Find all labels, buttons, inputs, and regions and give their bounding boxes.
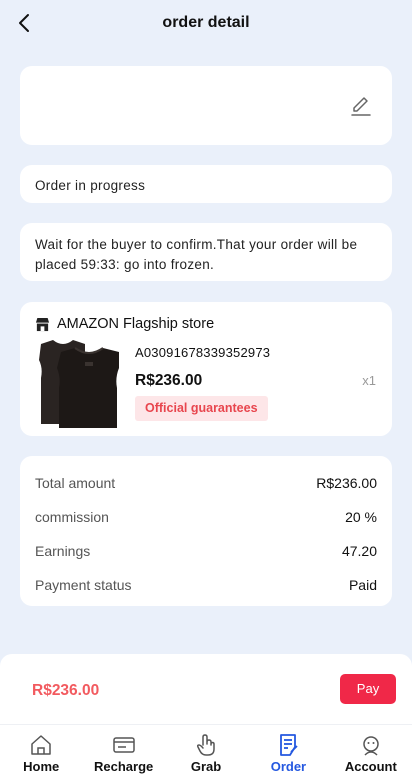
product-quantity: x1 [362, 373, 376, 388]
summary-row-earnings: Earnings 47.20 [35, 534, 377, 568]
summary-value: 47.20 [341, 543, 377, 559]
tab-recharge[interactable]: Recharge [82, 725, 164, 783]
tab-home[interactable]: Home [0, 725, 82, 783]
summary-label: Earnings [35, 543, 91, 559]
tab-label: Order [270, 759, 307, 774]
header: order detail [0, 0, 412, 48]
summary-label: Payment status [35, 577, 132, 593]
pay-bar: R$236.00 Pay [0, 654, 412, 724]
product-image-tank-tops[interactable] [35, 338, 127, 430]
order-summary: Total amount R$236.00 commission 20 % Ea… [20, 456, 392, 606]
official-guarantee-badge: Official guarantees [135, 396, 268, 421]
tab-order[interactable]: Order [247, 725, 329, 783]
summary-label: commission [35, 509, 109, 525]
summary-label: Total amount [35, 475, 116, 491]
order-notice: Wait for the buyer to confirm.That your … [20, 223, 392, 281]
order-status: Order in progress [20, 165, 392, 203]
summary-row-total: Total amount R$236.00 [35, 466, 377, 500]
summary-row-payment-status: Payment status Paid [35, 568, 377, 602]
bottom-tab-bar: Home Recharge Grab Order Account [0, 724, 412, 783]
order-icon [280, 734, 299, 756]
product-sku: A03091678339352973 [135, 345, 271, 360]
page-title: order detail [162, 14, 250, 31]
edit-pencil-icon[interactable] [350, 95, 372, 117]
summary-value: 20 % [345, 509, 377, 525]
recharge-icon [112, 737, 135, 753]
product-price: R$236.00 [135, 372, 203, 389]
tab-label: Home [23, 759, 60, 774]
tab-label: Recharge [93, 759, 154, 774]
tab-grab[interactable]: Grab [165, 725, 247, 783]
summary-value: Paid [348, 577, 377, 593]
pay-amount: R$236.00 [32, 682, 100, 699]
product-card: AMAZON Flagship store A03091678339352973… [20, 302, 392, 436]
summary-row-commission: commission 20 % [35, 500, 377, 534]
pay-button[interactable]: Pay [340, 674, 396, 704]
store-icon [35, 317, 50, 331]
address-card [20, 66, 392, 145]
grab-icon [196, 734, 215, 756]
tab-label: Grab [190, 759, 222, 774]
tab-account[interactable]: Account [330, 725, 412, 783]
account-icon [363, 736, 379, 756]
home-icon [31, 735, 51, 755]
tab-label: Account [344, 759, 397, 774]
summary-value: R$236.00 [316, 475, 377, 491]
store-row: AMAZON Flagship store [35, 315, 214, 333]
store-name: AMAZON Flagship store [57, 316, 215, 332]
